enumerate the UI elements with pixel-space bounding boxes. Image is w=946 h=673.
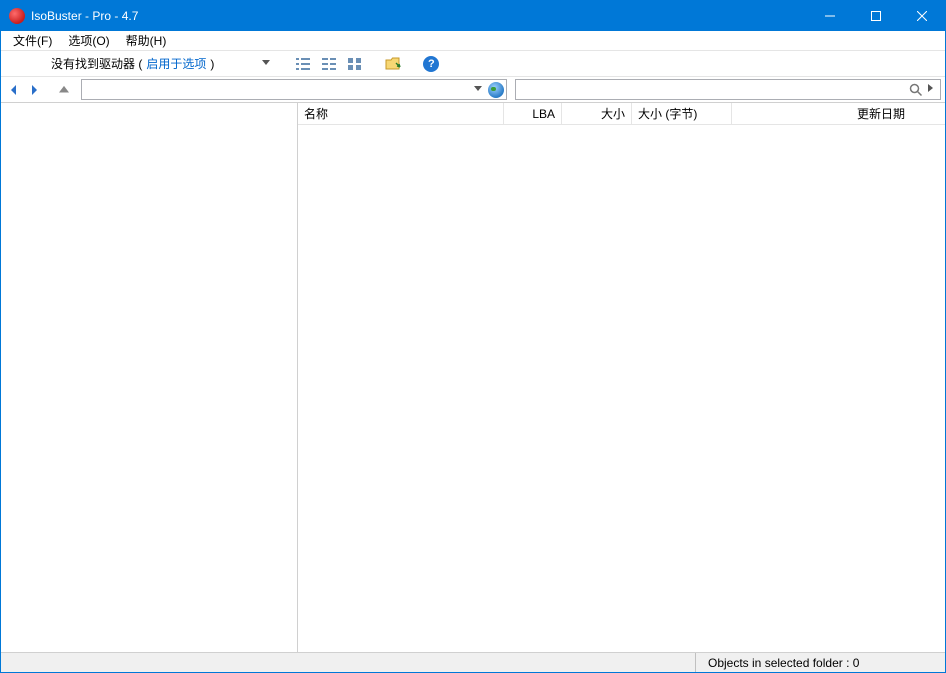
folder-icon bbox=[385, 57, 401, 71]
column-lba[interactable]: LBA bbox=[504, 103, 562, 124]
tree-panel[interactable] bbox=[1, 103, 298, 652]
view-list-button[interactable] bbox=[292, 53, 314, 75]
window-controls bbox=[807, 1, 945, 31]
menu-help[interactable]: 帮助(H) bbox=[118, 30, 175, 51]
enable-options-link[interactable]: 启用于选项 bbox=[146, 55, 206, 72]
column-date[interactable]: 更新日期 bbox=[732, 103, 945, 124]
column-size-bytes[interactable]: 大小 (字节) bbox=[632, 103, 732, 124]
search-input[interactable] bbox=[520, 83, 908, 97]
menu-file[interactable]: 文件(F) bbox=[5, 30, 60, 51]
view-large-button[interactable] bbox=[344, 53, 366, 75]
window-title: IsoBuster - Pro - 4.7 bbox=[31, 9, 807, 23]
column-size[interactable]: 大小 bbox=[562, 103, 632, 124]
nav-forward-button[interactable] bbox=[25, 81, 43, 99]
list-icon bbox=[296, 58, 310, 70]
large-icons-icon bbox=[348, 58, 362, 70]
maximize-button[interactable] bbox=[853, 1, 899, 31]
help-button[interactable]: ? bbox=[420, 53, 442, 75]
details-icon bbox=[322, 58, 336, 70]
help-icon: ? bbox=[423, 56, 439, 72]
titlebar[interactable]: IsoBuster - Pro - 4.7 bbox=[1, 1, 945, 31]
column-name[interactable]: 名称 bbox=[298, 103, 504, 124]
list-body[interactable] bbox=[298, 125, 945, 652]
close-button[interactable] bbox=[899, 1, 945, 31]
statusbar: Objects in selected folder : 0 bbox=[1, 652, 945, 672]
nav-back-button[interactable] bbox=[5, 81, 23, 99]
path-dropdown-arrow[interactable] bbox=[470, 84, 486, 95]
search-box[interactable] bbox=[515, 79, 941, 100]
no-drive-suffix: ) bbox=[210, 57, 214, 71]
menubar: 文件(F) 选项(O) 帮助(H) bbox=[1, 31, 945, 51]
search-more-arrow[interactable] bbox=[924, 84, 938, 95]
path-input[interactable] bbox=[86, 83, 470, 97]
list-header: 名称 LBA 大小 大小 (字节) 更新日期 bbox=[298, 103, 945, 125]
no-drive-text: 没有找到驱动器 ( bbox=[51, 55, 142, 72]
nav-up-button[interactable] bbox=[55, 81, 73, 99]
nav-toolbar bbox=[1, 77, 945, 103]
open-folder-button[interactable] bbox=[382, 53, 404, 75]
main-area: 名称 LBA 大小 大小 (字节) 更新日期 bbox=[1, 103, 945, 652]
minimize-button[interactable] bbox=[807, 1, 853, 31]
drive-toolbar: 没有找到驱动器 ( 启用于选项 ) ? bbox=[1, 51, 945, 77]
search-icon[interactable] bbox=[908, 82, 924, 98]
list-panel: 名称 LBA 大小 大小 (字节) 更新日期 bbox=[298, 103, 945, 652]
app-icon bbox=[9, 8, 25, 24]
drive-dropdown-arrow[interactable] bbox=[258, 58, 274, 69]
status-folder-count: Objects in selected folder : 0 bbox=[695, 653, 945, 672]
globe-icon[interactable] bbox=[488, 82, 504, 98]
menu-options[interactable]: 选项(O) bbox=[60, 30, 117, 51]
path-combo[interactable] bbox=[81, 79, 507, 100]
view-details-button[interactable] bbox=[318, 53, 340, 75]
